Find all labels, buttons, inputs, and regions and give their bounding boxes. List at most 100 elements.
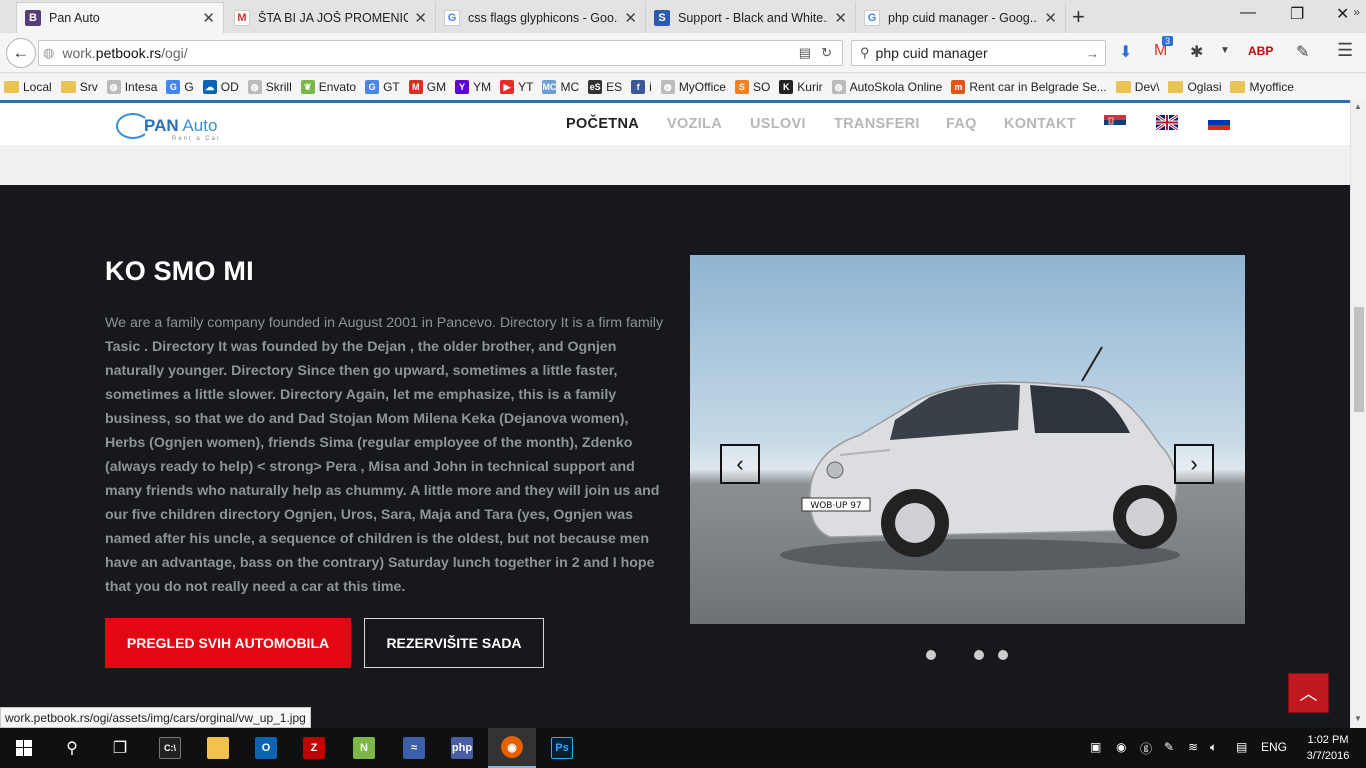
- close-window-icon[interactable]: ✕: [1336, 4, 1349, 24]
- site-info-icon[interactable]: ◍: [43, 45, 54, 61]
- volume-icon[interactable]: 🔈︎: [1210, 740, 1217, 755]
- view-all-cars-button[interactable]: PREGLED SVIH AUTOMOBILA: [105, 618, 351, 668]
- tab-css-flags[interactable]: G css flags glyphicons - Goo... ✕: [436, 2, 646, 33]
- tab-pan-auto[interactable]: B Pan Auto ✕: [16, 2, 224, 33]
- dolphin-app-icon[interactable]: ≈: [390, 728, 438, 768]
- bookmark-item[interactable]: K Kurir: [779, 80, 823, 94]
- tab-support[interactable]: S Support - Black and White... ✕: [646, 2, 856, 33]
- filezilla-icon[interactable]: Z: [290, 728, 338, 768]
- scroll-up-icon[interactable]: ▲: [1354, 102, 1362, 111]
- bookmarks-overflow-icon[interactable]: »: [1353, 5, 1360, 19]
- gmail-notifier-icon[interactable]: M3: [1154, 36, 1174, 60]
- tray-g-icon[interactable]: ⓖ: [1140, 740, 1152, 757]
- bookmark-item[interactable]: Myoffice: [1230, 80, 1294, 94]
- russian-flag-icon[interactable]: [1208, 115, 1230, 130]
- bookmark-item[interactable]: S SO: [734, 80, 771, 94]
- pin-tool-icon[interactable]: ✎: [1296, 42, 1309, 62]
- bookmark-item[interactable]: ◍ MyOffice: [660, 80, 726, 94]
- maximize-icon[interactable]: ❐: [1290, 4, 1304, 24]
- firefox-icon[interactable]: ◉: [488, 728, 536, 768]
- back-to-top-button[interactable]: ︿: [1288, 673, 1329, 713]
- nav-vozila[interactable]: VOZILA: [667, 116, 722, 132]
- reload-icon[interactable]: ↻: [821, 45, 832, 61]
- minimize-icon[interactable]: —: [1240, 4, 1256, 22]
- close-tab-icon[interactable]: ✕: [414, 9, 427, 27]
- carousel-indicators: [926, 650, 1022, 660]
- taskbar-clock[interactable]: 1:02 PM 3/7/2016: [1300, 732, 1356, 764]
- new-tab-button[interactable]: +: [1072, 4, 1085, 30]
- tab-gmail[interactable]: M ŠTA BI JA JOŠ PROMENIO ... ✕: [226, 2, 436, 33]
- notifications-icon[interactable]: ▤: [1236, 740, 1247, 754]
- bookmark-label: AutoSkola Online: [849, 80, 943, 94]
- bookmark-item[interactable]: GG: [166, 80, 194, 94]
- file-explorer-icon[interactable]: [194, 728, 242, 768]
- carousel-dot-3[interactable]: [998, 650, 1008, 660]
- cmd-app-icon[interactable]: C:\: [146, 728, 194, 768]
- wifi-icon[interactable]: ≋: [1188, 740, 1198, 754]
- bookmark-item[interactable]: ▶ YT: [500, 80, 533, 94]
- G-favicon-icon: G: [166, 80, 181, 94]
- back-button[interactable]: ←: [6, 38, 36, 68]
- bookmark-item[interactable]: Srv: [60, 80, 98, 94]
- reserve-now-button[interactable]: REZERVIŠITE SADA: [364, 618, 544, 668]
- chevron-down-icon[interactable]: ▼: [1220, 45, 1230, 56]
- carousel-dot-2[interactable]: [974, 650, 984, 660]
- photoshop-icon[interactable]: Ps: [538, 728, 586, 768]
- start-windows-icon[interactable]: [0, 728, 48, 768]
- bookmark-item[interactable]: Dev\: [1115, 80, 1159, 94]
- bookmark-item[interactable]: ◍ Skrill: [247, 80, 292, 94]
- scroll-down-icon[interactable]: ▼: [1354, 714, 1362, 723]
- scrollbar-thumb[interactable]: [1354, 307, 1364, 412]
- nav-pocetna[interactable]: POČETNA: [566, 116, 639, 132]
- search-bar[interactable]: ⚲ php cuid manager →: [851, 40, 1106, 66]
- close-tab-icon[interactable]: ✕: [624, 9, 637, 27]
- nav-faq[interactable]: FAQ: [946, 116, 977, 132]
- bookmark-item[interactable]: ◍ Intesa: [106, 80, 157, 94]
- serbian-flag-icon[interactable]: [1104, 115, 1126, 130]
- close-tab-icon[interactable]: ✕: [834, 9, 847, 27]
- carousel-prev-button[interactable]: ‹: [720, 444, 760, 484]
- task-view-icon[interactable]: ❐: [96, 728, 144, 768]
- php-app-icon[interactable]: php: [438, 728, 486, 768]
- site-logo[interactable]: PAN Auto Rent a Car: [116, 109, 226, 145]
- nav-uslovi[interactable]: USLOVI: [750, 116, 806, 132]
- bookmark-item[interactable]: Oglasi: [1168, 80, 1221, 94]
- bookmark-item[interactable]: m Rent car in Belgrade Se...: [951, 80, 1107, 94]
- carousel-next-button[interactable]: ›: [1174, 444, 1214, 484]
- nav-transferi[interactable]: TRANSFERI: [834, 116, 920, 132]
- extension-icon[interactable]: ✱: [1190, 42, 1203, 62]
- outlook-icon[interactable]: O: [242, 728, 290, 768]
- search-go-icon[interactable]: →: [1086, 46, 1099, 61]
- close-tab-icon[interactable]: ✕: [202, 9, 215, 27]
- carousel-dot-1[interactable]: [926, 650, 936, 660]
- tray-app-icon[interactable]: ◉: [1116, 740, 1126, 754]
- bookmark-item[interactable]: ◍ AutoSkola Online: [831, 80, 943, 94]
- bookmark-item[interactable]: M GM: [408, 80, 446, 94]
- bookmark-item[interactable]: ☁ OD: [202, 80, 239, 94]
- menu-hamburger-icon[interactable]: ☰: [1337, 40, 1353, 61]
- search-input[interactable]: php cuid manager: [876, 45, 1086, 61]
- reader-view-icon[interactable]: ▤: [799, 45, 811, 61]
- outlook-tray-icon[interactable]: ▣: [1090, 740, 1101, 754]
- tab-php-cuid[interactable]: G php cuid manager - Goog... ✕: [856, 2, 1066, 33]
- adblock-icon[interactable]: ABP: [1248, 44, 1273, 58]
- close-tab-icon[interactable]: ✕: [1044, 9, 1057, 27]
- bookmark-item[interactable]: Y YM: [455, 80, 491, 94]
- bookmark-item[interactable]: eS ES: [588, 80, 622, 94]
- bookmark-item[interactable]: Local: [4, 80, 52, 94]
- bookmark-item[interactable]: MC MC: [542, 80, 579, 94]
- notepad-plus-icon[interactable]: N: [340, 728, 388, 768]
- search-icon[interactable]: ⚲: [48, 728, 96, 768]
- bookmark-item[interactable]: fi: [631, 80, 652, 94]
- downloads-icon[interactable]: ⬇: [1119, 42, 1132, 62]
- nav-kontakt[interactable]: KONTAKT: [1004, 116, 1076, 132]
- tray-tool-icon[interactable]: ✎: [1164, 740, 1174, 754]
- uk-flag-icon[interactable]: [1156, 115, 1178, 130]
- language-indicator[interactable]: ENG: [1261, 740, 1287, 754]
- bookmark-label: SO: [752, 80, 771, 94]
- address-bar[interactable]: ◍ work.petbook.rs/ogi/ ▤ ↻: [38, 40, 843, 66]
- bookmark-item[interactable]: G GT: [365, 80, 400, 94]
- bookmark-item[interactable]: ❦ Envato: [300, 80, 356, 94]
- page-scrollbar[interactable]: ▲ ▼: [1350, 100, 1366, 728]
- url-text[interactable]: work.petbook.rs/ogi/: [62, 45, 798, 61]
